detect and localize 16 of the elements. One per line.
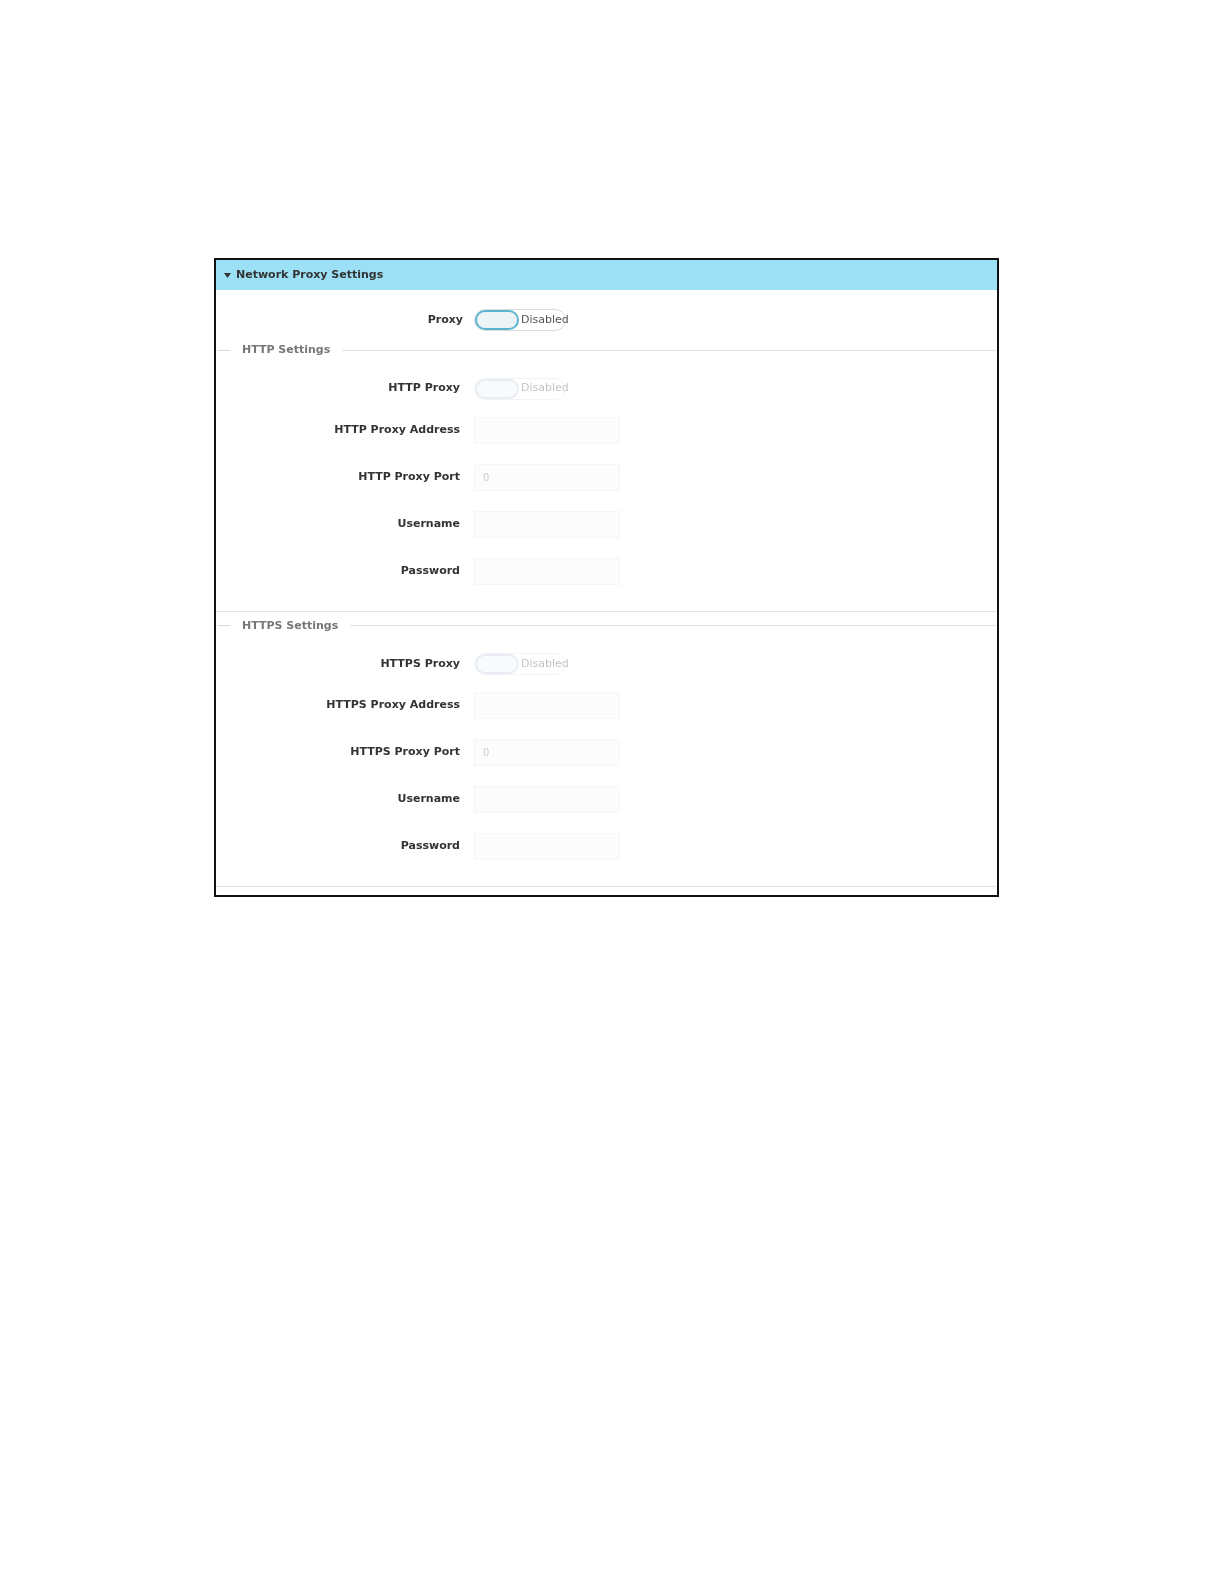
section-title: HTTPS Settings	[242, 617, 339, 634]
caret-icon	[224, 272, 231, 278]
panel-header[interactable]: Network Proxy Settings	[216, 260, 997, 290]
field-label: HTTP Proxy Address	[333, 421, 461, 438]
field-label: Password	[399, 562, 461, 579]
toggle-switch[interactable]: Disabled	[474, 309, 566, 331]
field-label: HTTPS Proxy Port	[349, 744, 461, 761]
field-label: Username	[396, 791, 461, 808]
field-label: Proxy	[426, 311, 464, 328]
field-label: HTTP Proxy	[387, 380, 461, 397]
field-label: Password	[399, 838, 461, 855]
field-label: HTTPS Proxy	[379, 655, 461, 672]
section-title: HTTP Settings	[242, 342, 331, 358]
field-label: HTTPS Proxy Address	[325, 697, 461, 714]
field-label: Username	[396, 515, 461, 532]
field-label: HTTP Proxy Port	[357, 468, 461, 485]
